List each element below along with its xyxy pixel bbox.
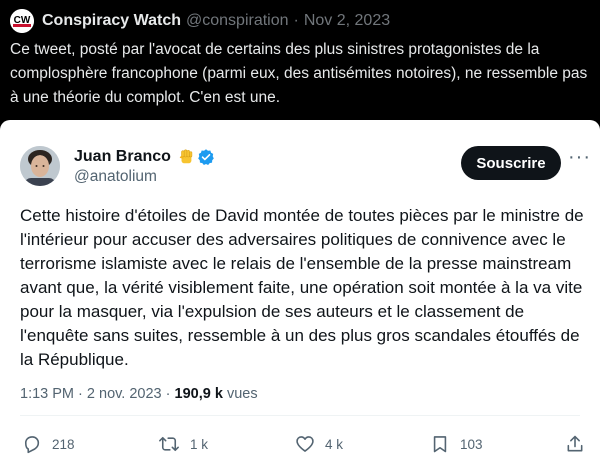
divider bbox=[20, 415, 580, 416]
bookmark-count: 103 bbox=[460, 436, 483, 452]
outer-tweet-header: CW Conspiracy Watch @conspiration · Nov … bbox=[10, 9, 390, 33]
quoted-name-row: Juan Branco bbox=[74, 147, 215, 167]
juan-branco-avatar-image bbox=[20, 146, 60, 186]
more-options-icon[interactable]: ··· bbox=[568, 147, 590, 170]
repost-icon bbox=[159, 436, 179, 452]
quoted-author-name[interactable]: Juan Branco bbox=[74, 148, 171, 166]
reply-count: 218 bbox=[52, 436, 75, 452]
outer-tweet-date[interactable]: Nov 2, 2023 bbox=[304, 12, 390, 30]
reply-button[interactable]: 218 bbox=[22, 433, 75, 455]
conspiracy-watch-avatar[interactable]: CW bbox=[10, 9, 34, 33]
outer-author-name[interactable]: Conspiracy Watch bbox=[42, 12, 181, 30]
repost-button[interactable]: 1 k bbox=[158, 433, 208, 455]
outer-author-handle[interactable]: @conspiration bbox=[186, 12, 289, 30]
quoted-tweet[interactable]: Juan Branco @anatolium Souscrire ··· Cet… bbox=[0, 120, 600, 461]
views-count[interactable]: 190,9 k bbox=[175, 386, 223, 402]
avatar[interactable] bbox=[20, 146, 60, 186]
bookmark-button[interactable]: 103 bbox=[430, 433, 483, 455]
share-icon bbox=[567, 435, 583, 452]
repost-count: 1 k bbox=[190, 436, 209, 452]
tweet-time[interactable]: 1:13 PM bbox=[20, 386, 74, 402]
subscribe-button[interactable]: Souscrire bbox=[461, 146, 561, 180]
views-label: vues bbox=[226, 386, 258, 402]
tweet-actions: 218 1 k 4 k 103 bbox=[20, 433, 590, 455]
meta-separator-2: · bbox=[165, 386, 171, 402]
tweet-meta: 1:13 PM · 2 nov. 2023 · 190,9 k vues bbox=[20, 386, 258, 402]
like-button[interactable]: 4 k bbox=[295, 433, 343, 455]
tweet-date[interactable]: 2 nov. 2023 bbox=[87, 386, 162, 402]
outer-separator: · bbox=[293, 12, 299, 29]
quoted-tweet-text: Cette histoire d'étoiles de David montée… bbox=[20, 206, 584, 369]
verified-badge-icon[interactable] bbox=[197, 148, 215, 166]
meta-separator: · bbox=[78, 386, 83, 402]
cw-logo-text: CW bbox=[14, 15, 31, 26]
quoted-author-handle[interactable]: @anatolium bbox=[74, 168, 157, 186]
cw-logo-icon: CW bbox=[10, 9, 34, 33]
heart-icon bbox=[296, 436, 314, 452]
outer-tweet-text: Ce tweet, posté par l'avocat de certains… bbox=[10, 41, 588, 106]
reply-icon bbox=[24, 436, 40, 454]
bookmark-icon bbox=[433, 436, 447, 453]
share-button[interactable] bbox=[565, 433, 595, 455]
like-count: 4 k bbox=[325, 436, 344, 452]
raised-fist-emoji-icon bbox=[179, 149, 193, 164]
outer-tweet: CW Conspiracy Watch @conspiration · Nov … bbox=[0, 0, 600, 118]
